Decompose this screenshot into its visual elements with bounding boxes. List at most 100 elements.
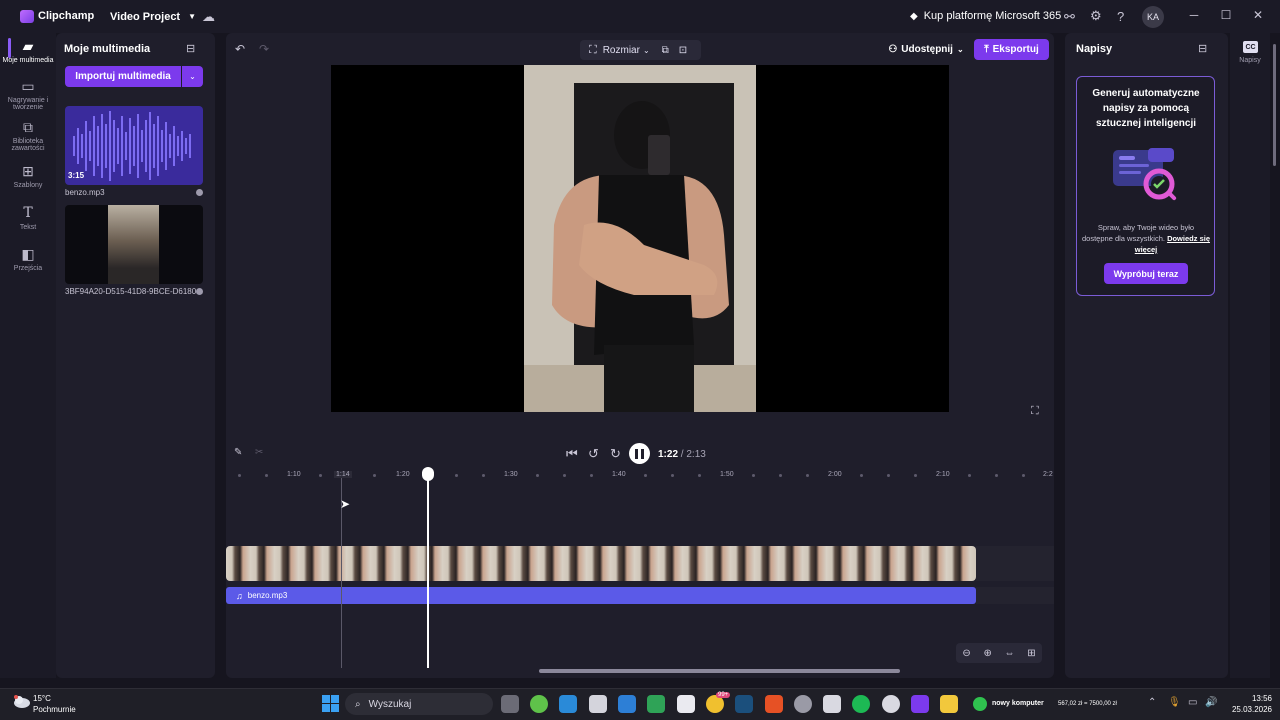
ruler-tick	[265, 474, 268, 477]
share-label: Udostępnij	[901, 44, 953, 55]
ruler-tick	[536, 474, 539, 477]
expand-timeline-icon[interactable]: ⊞	[1027, 648, 1035, 659]
notepad-icon[interactable]	[677, 695, 695, 713]
collapse-right-panel-icon[interactable]: ⊟	[1198, 42, 1207, 55]
media-item-audio[interactable]	[65, 106, 203, 185]
ruler-label: 1:10	[287, 471, 301, 478]
timeline-scrollbar[interactable]	[539, 669, 900, 673]
task-view-icon[interactable]	[501, 695, 519, 713]
ruler-tick	[563, 474, 566, 477]
share-button[interactable]: ⚇ Udostępnij ⌄	[884, 39, 968, 60]
mouse-cursor-icon: ➤	[340, 497, 351, 511]
cloud-off-icon[interactable]: ☁	[202, 9, 215, 25]
nav-label: Tekst	[19, 224, 37, 231]
store-icon[interactable]	[618, 695, 636, 713]
share-link-icon[interactable]: ⚯	[1064, 9, 1075, 25]
volume-icon[interactable]: 🔊	[1205, 697, 1217, 708]
nav-label: Biblioteka zawartości	[11, 138, 45, 152]
right-tool-rail	[1230, 33, 1270, 678]
app-gray-icon[interactable]	[794, 695, 812, 713]
monitor-icon[interactable]: ▭	[1188, 697, 1197, 708]
app-name: Clipchamp	[38, 10, 95, 22]
close-icon[interactable]: ✕	[1248, 8, 1268, 22]
rewind-5-icon[interactable]: ↺	[588, 446, 599, 462]
playhead-line[interactable]	[427, 475, 429, 668]
microphone-icon[interactable]: 🎙	[1168, 697, 1181, 708]
nav-templates[interactable]: ⊞ Szablony	[0, 163, 56, 189]
maximize-icon[interactable]: ☐	[1216, 8, 1236, 22]
media-item-video[interactable]	[65, 205, 203, 284]
taskbar-search[interactable]: ⌕ Wyszukaj	[345, 693, 493, 715]
nav-transitions[interactable]: ◧ Przejścia	[0, 246, 56, 272]
settings-gear-icon[interactable]: ⚙	[1090, 8, 1102, 24]
video-thumbnail	[108, 205, 159, 284]
clipchamp-taskbar-icon[interactable]	[911, 695, 929, 713]
resize-button[interactable]: Rozmiar	[603, 45, 640, 56]
ruler-tick	[995, 474, 998, 477]
audio-track-clip[interactable]: ♫ benzo.mp3	[226, 587, 976, 604]
file-explorer-icon[interactable]	[940, 695, 958, 713]
steam-icon[interactable]	[735, 695, 753, 713]
ruler-tick	[752, 474, 755, 477]
playhead-handle[interactable]	[422, 467, 434, 481]
split-icon[interactable]: ✂	[255, 447, 263, 458]
collapse-panel-icon[interactable]: ⊟	[186, 42, 195, 55]
nav-record-create[interactable]: ▭ Nagrywanie i tworzenie	[0, 78, 56, 111]
export-button[interactable]: ⤒ Eksportuj	[974, 39, 1049, 60]
minimize-icon[interactable]: ─	[1184, 8, 1204, 22]
nav-my-media[interactable]: ▰ Moje multimedia	[0, 38, 56, 64]
brave-icon[interactable]	[765, 695, 783, 713]
taskbar-clock[interactable]: 13:56 25.03.2026	[1222, 693, 1272, 715]
redo-icon[interactable]: ↷	[259, 42, 269, 56]
total-time: / 2:13	[680, 449, 706, 460]
project-name-button[interactable]: Video Project ▼	[102, 6, 204, 27]
tray-app-icon[interactable]	[973, 697, 987, 711]
resize-icon: ⛶	[589, 43, 597, 56]
nav-label: Nagrywanie i tworzenie	[7, 97, 49, 111]
video-frame	[524, 65, 756, 412]
help-icon[interactable]: ?	[1117, 9, 1124, 24]
app-white-icon[interactable]	[823, 695, 841, 713]
video-track-clip[interactable]	[226, 546, 976, 581]
ruler-tick	[238, 474, 241, 477]
try-now-button[interactable]: Wypróbuj teraz	[1104, 263, 1188, 284]
pause-button[interactable]	[629, 443, 650, 464]
captions-title: Napisy	[1076, 43, 1113, 55]
nav-text[interactable]: T Tekst	[0, 205, 56, 231]
captions-tab-cc-icon[interactable]: CC	[1243, 41, 1258, 53]
import-media-button[interactable]: Importuj multimedia	[65, 66, 181, 87]
tray-app-label[interactable]: nowy komputer	[992, 700, 1044, 707]
fit-timeline-icon[interactable]: ⇔	[1005, 648, 1015, 659]
import-dropdown-button[interactable]: ⌄	[182, 66, 203, 87]
ruler-tick	[806, 474, 809, 477]
app-green-icon[interactable]	[530, 695, 548, 713]
mail-icon[interactable]	[589, 695, 607, 713]
vscode-icon[interactable]	[559, 695, 577, 713]
skip-back-icon[interactable]: ⏮	[566, 446, 578, 462]
ruler-tick	[698, 474, 701, 477]
cloud-weather-icon[interactable]	[12, 694, 30, 708]
ruler-hover-label: 1:14	[334, 471, 352, 478]
ruler-label: 1:20	[396, 471, 410, 478]
snapshot-icon[interactable]: ⧉	[662, 45, 669, 56]
spotify-icon[interactable]	[852, 695, 870, 713]
undo-icon[interactable]: ↶	[235, 42, 245, 56]
forward-5-icon[interactable]: ↻	[610, 446, 621, 462]
chatgpt-icon[interactable]	[882, 695, 900, 713]
zoom-in-icon[interactable]: ⊕	[983, 648, 991, 659]
window-scrollbar[interactable]	[1273, 44, 1276, 166]
duration-badge: 3:15	[68, 171, 85, 180]
library-icon: ⧉	[23, 119, 33, 135]
windows-start-icon[interactable]	[322, 695, 339, 712]
buy-microsoft365-button[interactable]: ◆ Kup platformę Microsoft 365	[910, 10, 1061, 22]
user-avatar[interactable]: KA	[1142, 6, 1164, 28]
media-item-name: 3BF94A20-D515-41D8-9BCE-D6180...	[65, 287, 203, 296]
zoom-out-icon[interactable]: ⊖	[962, 648, 970, 659]
fullscreen-icon[interactable]: ⛶	[1031, 405, 1039, 418]
nav-content-library[interactable]: ⧉ Biblioteka zawartości	[0, 119, 56, 152]
chevron-up-icon[interactable]: ⌃	[1148, 697, 1156, 708]
shield-app-icon[interactable]	[647, 695, 665, 713]
magic-edit-icon[interactable]: ✎	[234, 447, 242, 458]
layout-icon[interactable]: ⊡	[679, 45, 687, 56]
weather-widget[interactable]: 15°C Pochmurnie	[33, 693, 76, 715]
